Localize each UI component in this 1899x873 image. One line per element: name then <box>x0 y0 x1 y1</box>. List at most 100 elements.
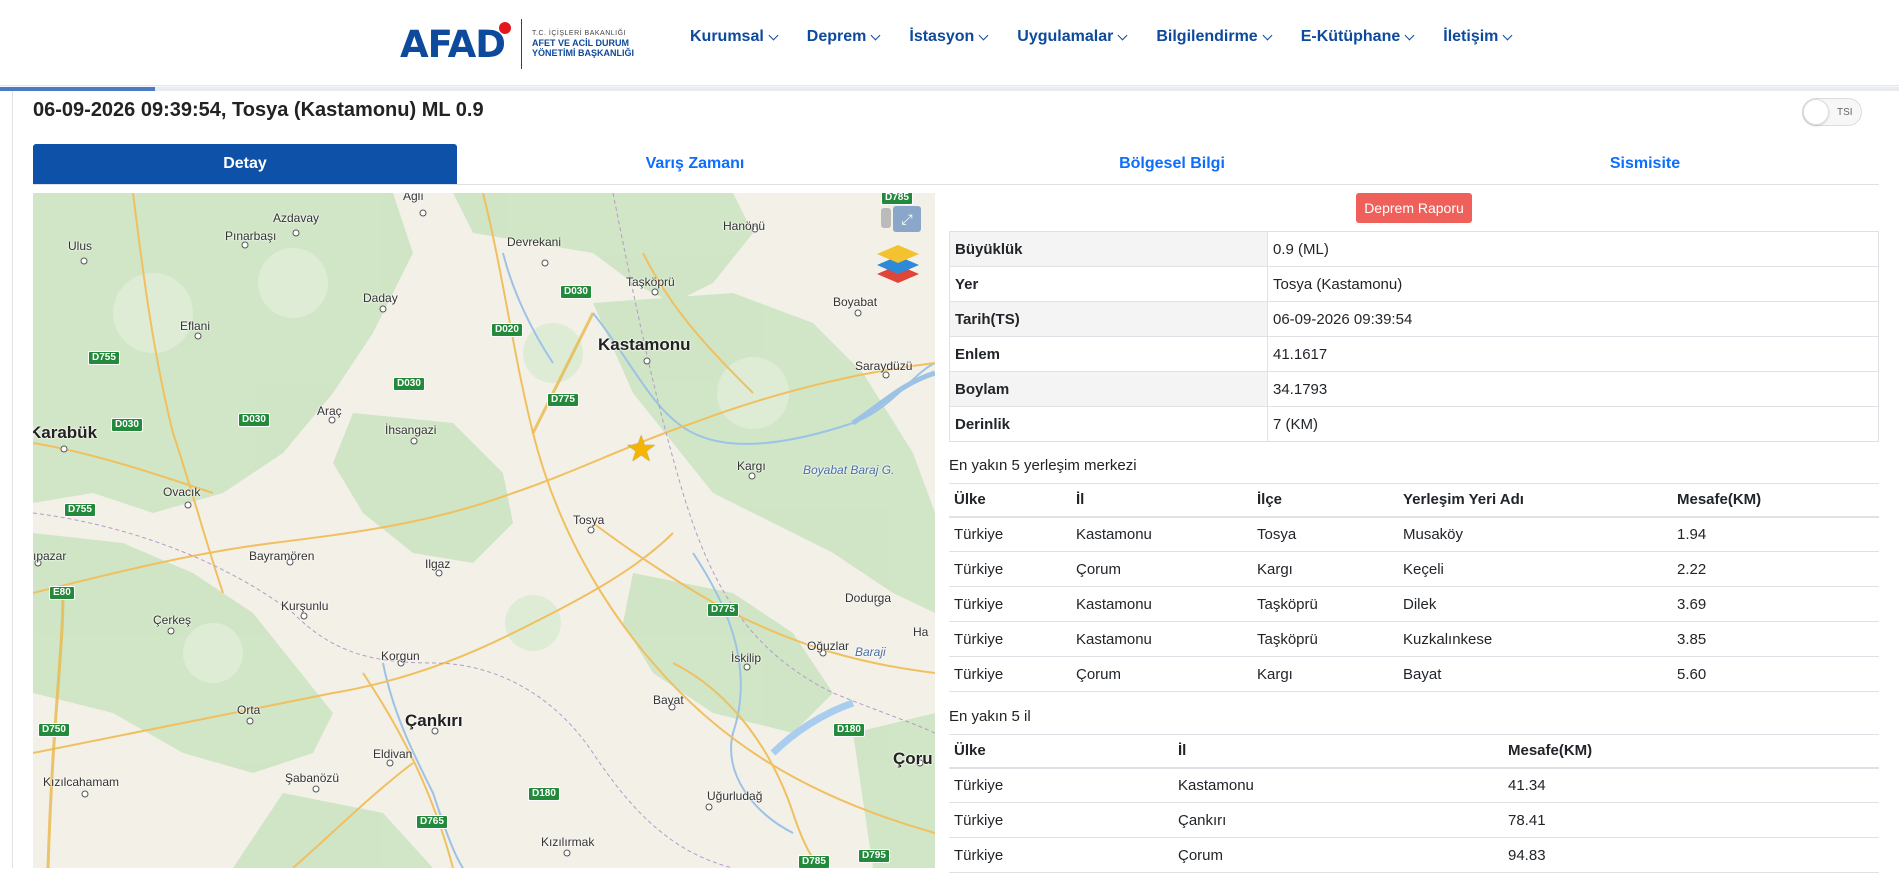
nav-label: İstasyon <box>909 28 975 45</box>
table-cell: 94.83 <box>1503 837 1879 873</box>
detail-value: 34.1793 <box>1267 371 1879 407</box>
detail-value: Tosya (Kastamonu) <box>1267 266 1879 302</box>
nav-e-kutuphane[interactable]: E-Kütüphane <box>1300 28 1415 46</box>
nav-istasyon[interactable]: İstasyon <box>909 28 989 46</box>
map-place-label: Kargı <box>737 459 766 473</box>
table-cell: 3.85 <box>1672 621 1879 657</box>
detail-key: Tarih(TS) <box>949 301 1268 337</box>
road-shield: D030 <box>560 285 592 299</box>
table-cell: Kargı <box>1252 656 1398 692</box>
afad-logo[interactable]: AFAD T.C. İÇİŞLERİ BAKANLIĞI AFET VE ACİ… <box>400 18 634 70</box>
map-place-label: İskilip <box>731 651 762 665</box>
road-shield: D765 <box>416 815 448 829</box>
logo-ministry-text: T.C. İÇİŞLERİ BAKANLIĞI <box>532 29 626 37</box>
tab-sismisite[interactable]: Sismisite <box>1411 144 1879 184</box>
road-shield: D750 <box>38 723 70 737</box>
map-place-label: Ağlı <box>403 193 424 203</box>
map-place-label: Araç <box>317 404 342 418</box>
event-details-table: Büyüklük 0.9 (ML) Yer Tosya (Kastamonu) Ta… <box>949 231 1879 442</box>
map-place-label: Daday <box>363 291 398 305</box>
table-cell: Kastamonu <box>1071 621 1252 657</box>
layers-icon[interactable] <box>875 241 921 285</box>
road-shield: D030 <box>111 418 143 432</box>
detail-key: Büyüklük <box>949 231 1268 267</box>
tab-varis-zamani[interactable]: Varış Zamanı <box>457 144 933 184</box>
chevron-down-icon <box>870 30 881 40</box>
star-icon[interactable]: ★ <box>625 431 657 467</box>
table-cell: Türkiye <box>949 516 1071 552</box>
tab-bolgesel-bilgi[interactable]: Bölgesel Bilgi <box>933 144 1411 184</box>
table-header-row: Ülke İl Mesafe(KM) <box>949 734 1879 769</box>
table-cell: Bayat <box>1398 656 1672 692</box>
map-place-label: Pınarbaşı <box>225 229 277 243</box>
epicenter-map[interactable]: Ağlı Hanönü Azdavay Pınarbaşı Devrekani … <box>33 193 935 868</box>
map-place-label: Saraydüzü <box>855 359 913 373</box>
table-cell: Dilek <box>1398 586 1672 622</box>
map-place-label: Taşköprü <box>626 275 675 289</box>
table-cell: Türkiye <box>949 802 1173 838</box>
nav-deprem[interactable]: Deprem <box>807 28 881 46</box>
map-control-handle[interactable] <box>881 208 891 228</box>
deprem-raporu-button[interactable]: Deprem Raporu <box>1356 193 1472 223</box>
tab-detay[interactable]: Detay <box>33 144 457 184</box>
map-place-label: Uğurludağ <box>707 789 763 803</box>
tsi-toggle[interactable]: TSI <box>1802 98 1862 126</box>
table-cell: Türkiye <box>949 551 1071 587</box>
nav-bilgilendirme[interactable]: Bilgilendirme <box>1156 28 1273 46</box>
table-cell: Taşköprü <box>1252 621 1398 657</box>
logo-divider <box>521 19 523 69</box>
road-shield: D785 <box>798 855 830 868</box>
chevron-down-icon <box>1262 30 1273 40</box>
table-cell: Türkiye <box>949 586 1071 622</box>
table-cell: Çorum <box>1071 551 1252 587</box>
main-nav: Kurumsal Deprem İstasyon Uygulamalar Bil… <box>690 28 1541 46</box>
logo-word-text: AFAD <box>400 22 506 66</box>
map-place-label: Ovacık <box>163 485 201 499</box>
road-shield: D785 <box>881 193 913 205</box>
table-cell: 1.94 <box>1672 516 1879 552</box>
map-place-label: Hanönü <box>723 219 766 233</box>
table-cell: 5.60 <box>1672 656 1879 692</box>
detail-key: Boylam <box>949 371 1268 407</box>
nav-iletisim[interactable]: İletişim <box>1443 28 1513 46</box>
map-place-label: Tosya <box>573 513 605 527</box>
logo-caption: T.C. İÇİŞLERİ BAKANLIĞI AFET VE ACİL DUR… <box>532 30 634 59</box>
logo-wordmark: AFAD <box>400 21 512 66</box>
road-shield: D775 <box>707 603 739 617</box>
map-place-label: Devrekani <box>507 235 562 249</box>
road-shield: D755 <box>88 351 120 365</box>
table-cell: Türkiye <box>949 656 1071 692</box>
toggle-label: TSI <box>1837 106 1853 118</box>
table-row: Enlem 41.1617 <box>949 336 1879 372</box>
nav-uygulamalar[interactable]: Uygulamalar <box>1017 28 1128 46</box>
map-place-label: İhsangazi <box>385 423 437 437</box>
detail-key: Derinlik <box>949 406 1268 442</box>
table-row: Türkiye Kastamonu Tosya Musaköy 1.94 <box>949 516 1879 552</box>
table-row: Türkiye Kastamonu Taşköprü Kuzkalınkese 3.85 <box>949 621 1879 657</box>
map-place-label: Ha <box>913 625 929 639</box>
column-header: İlçe <box>1252 483 1398 518</box>
map-place-label: Ulus <box>68 239 93 253</box>
chevron-down-icon <box>1502 30 1513 40</box>
road-shield: E80 <box>49 586 75 600</box>
nav-kurumsal[interactable]: Kurumsal <box>690 28 779 46</box>
table-cell: Türkiye <box>949 767 1173 803</box>
table-row: Türkiye Çorum Kargı Bayat 5.60 <box>949 656 1879 692</box>
table-cell: Taşköprü <box>1252 586 1398 622</box>
map-place-label: Boyabat <box>833 295 878 309</box>
table-cell: Kargı <box>1252 551 1398 587</box>
table-cell: 41.34 <box>1503 767 1879 803</box>
nav-label: E-Kütüphane <box>1300 28 1401 45</box>
table-row: Tarih(TS) 06-09-2026 09:39:54 <box>949 301 1879 337</box>
table-row: Türkiye Çorum Kargı Keçeli 2.22 <box>949 551 1879 587</box>
map-place-label: Ilgaz <box>425 557 451 571</box>
expand-icon[interactable]: ⤢ <box>893 206 921 232</box>
map-place-label: Kastamonu <box>598 335 691 354</box>
nearest-provinces-title: En yakın 5 il <box>949 708 1031 725</box>
detail-key: Enlem <box>949 336 1268 372</box>
map-place-label: Kızılcahamam <box>43 775 120 789</box>
road-shield: D775 <box>547 393 579 407</box>
map-place-label: Bayramören <box>249 549 315 563</box>
toggle-knob <box>1803 99 1829 125</box>
nav-label: Bilgilendirme <box>1156 28 1258 45</box>
